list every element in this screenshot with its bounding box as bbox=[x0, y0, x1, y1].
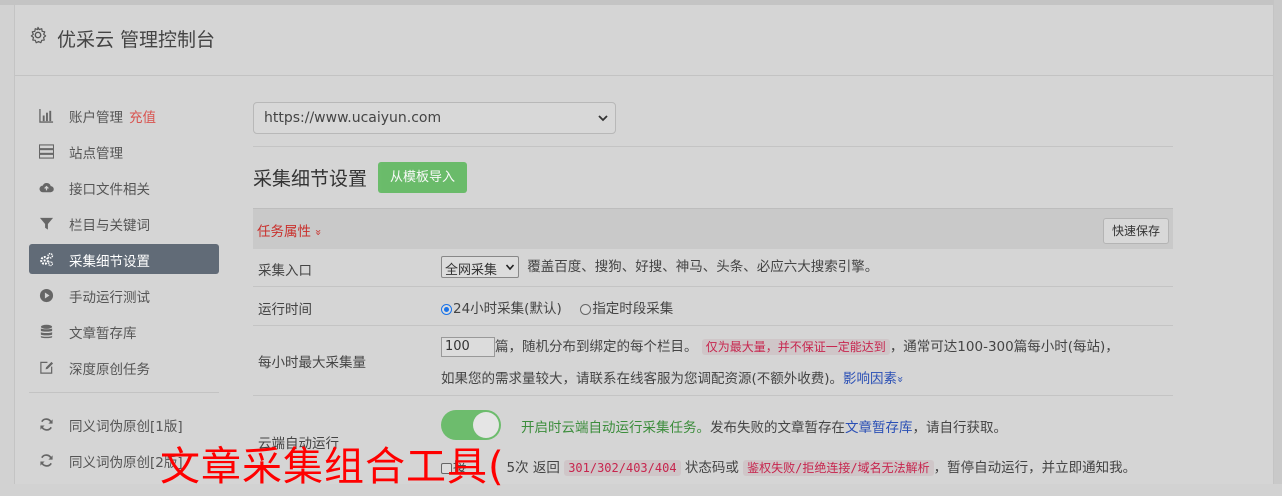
row-max-per-hour: 每小时最大采集量 100 篇，随机分布到绑定的每个栏目。 仅为最大量，并不保证一定… bbox=[253, 326, 1173, 396]
max-per-hour-input[interactable]: 100 bbox=[441, 337, 495, 357]
sidebar-item-article-storage[interactable]: 文章暂存库 bbox=[29, 316, 219, 346]
runtime-scheduled-label[interactable]: 指定时段采集 bbox=[592, 301, 673, 317]
chevron-down-double-icon: » bbox=[893, 376, 907, 383]
section-title: 采集细节设置 bbox=[253, 168, 368, 190]
collection-entry-value: 全网采集 bbox=[445, 263, 498, 278]
task-tab-label: 任务属性 bbox=[257, 224, 311, 240]
page-header: 优采云 管理控制台 bbox=[15, 5, 1273, 76]
sidebar-item-label: 站点管理 bbox=[69, 146, 123, 162]
task-properties-tab[interactable]: 任务属性 » bbox=[257, 220, 326, 240]
scrollbar-track[interactable] bbox=[1274, 0, 1282, 484]
cloud-text-2: ，请自行获取。 bbox=[912, 420, 1008, 436]
sidebar-item-label: 同义词伪原创[1版] bbox=[69, 419, 183, 435]
collection-entry-select[interactable]: 全网采集 bbox=[441, 256, 519, 278]
article-storage-link[interactable]: 文章暂存库 bbox=[845, 420, 913, 436]
task-properties-header: 任务属性 » 快速保存 bbox=[253, 208, 1173, 249]
sidebar-item-label: 手动运行测试 bbox=[69, 290, 150, 306]
max-text-1: 篇，随机分布到绑定的每个栏目。 bbox=[495, 339, 698, 355]
sidebar-item-manual-test[interactable]: 手动运行测试 bbox=[29, 280, 219, 310]
runtime-24h-label[interactable]: 24小时采集(默认) bbox=[453, 301, 562, 317]
import-template-button[interactable]: 从模板导入 bbox=[378, 162, 468, 193]
bar-chart-icon bbox=[39, 108, 54, 123]
sidebar-item-label: 接口文件相关 bbox=[69, 182, 150, 198]
max-text-3: 如果您的需求量较大，请联系在线客服为您调配资源(不额外收费)。 bbox=[441, 371, 844, 387]
cloud-text-1: 发布失败的文章暂存在 bbox=[710, 420, 845, 436]
influence-factors-label: 影响因素 bbox=[843, 371, 898, 387]
row-label: 采集入口 bbox=[258, 263, 312, 279]
row-label: 每小时最大采集量 bbox=[258, 355, 366, 371]
sidebar-item-label: 文章暂存库 bbox=[69, 326, 137, 342]
row-runtime: 运行时间 24小时采集(默认) 指定时段采集 bbox=[253, 287, 1173, 326]
sidebar-item-label: 账户管理 bbox=[69, 110, 123, 126]
sidebar-item-label: 深度原创任务 bbox=[69, 362, 150, 378]
play-circle-icon bbox=[39, 288, 54, 303]
row-label: 运行时间 bbox=[258, 302, 312, 318]
runtime-scheduled-radio[interactable] bbox=[580, 303, 592, 315]
filter-icon bbox=[39, 217, 54, 230]
page-title: 优采云 管理控制台 bbox=[57, 29, 216, 51]
cogs-icon bbox=[40, 252, 54, 267]
cloud-upload-icon bbox=[39, 183, 54, 193]
sidebar-item-account[interactable]: 账户管理 充值 bbox=[29, 100, 219, 130]
sidebar-item-label: 栏目与关键词 bbox=[69, 218, 150, 234]
sidebar-nav: 账户管理 充值 站点管理 接口文件相关 栏目与关键词 采集细节设置 手动运行测试… bbox=[29, 100, 219, 481]
sidebar-item-interface-files[interactable]: 接口文件相关 bbox=[29, 172, 219, 202]
influence-factors-link[interactable]: 影响因素» bbox=[843, 371, 907, 387]
chevron-down-double-icon: » bbox=[312, 229, 326, 236]
sidebar-item-label: 采集细节设置 bbox=[69, 254, 150, 270]
sidebar-item-columns-keywords[interactable]: 栏目与关键词 bbox=[29, 208, 219, 238]
max-text-2: ，通常可达100-300篇每小时(每站)， bbox=[889, 339, 1119, 355]
recharge-link[interactable]: 充值 bbox=[129, 110, 156, 126]
cloud-line2-c: 状态码或 bbox=[684, 460, 739, 476]
overlay-caption: 文章采集组合工具( bbox=[160, 444, 505, 490]
max-warning: 仅为最大量，并不保证一定能达到 bbox=[701, 339, 890, 355]
http-status-codes: 301/302/403/404 bbox=[564, 460, 681, 476]
divider bbox=[253, 146, 1173, 147]
runtime-24h-radio[interactable] bbox=[441, 303, 452, 315]
connection-errors: 鉴权失败/拒绝连接/域名无法解析 bbox=[743, 460, 934, 476]
sidebar-divider bbox=[29, 392, 219, 393]
sidebar-item-collection-settings[interactable]: 采集细节设置 bbox=[29, 244, 219, 274]
row-collection-entry: 采集入口 全网采集 覆盖百度、搜狗、好搜、神马、头条、必应六大搜索引擎。 bbox=[253, 248, 1173, 287]
site-select-value: https://www.ucaiyun.com bbox=[264, 110, 442, 126]
database-icon bbox=[40, 324, 53, 339]
edit-icon bbox=[40, 361, 54, 374]
sidebar-item-deep-original[interactable]: 深度原创任务 bbox=[29, 352, 219, 382]
cloud-line2-d: ，暂停自动运行，并立即通知我。 bbox=[933, 460, 1137, 476]
cloud-auto-run-status: 开启时云端自动运行采集任务。 bbox=[521, 420, 710, 436]
console-panel: 优采云 管理控制台 账户管理 充值 站点管理 接口文件相关 栏目与关键词 采集细… bbox=[14, 5, 1274, 484]
server-icon bbox=[39, 144, 54, 159]
site-select[interactable]: https://www.ucaiyun.com bbox=[253, 102, 616, 134]
refresh-icon bbox=[40, 454, 53, 467]
cloud-line2-b: 5次 返回 bbox=[506, 460, 560, 476]
quick-save-button[interactable]: 快速保存 bbox=[1102, 218, 1169, 244]
chevron-down-icon bbox=[598, 115, 608, 122]
chevron-down-icon bbox=[505, 264, 515, 271]
gear-icon bbox=[30, 26, 47, 44]
refresh-icon bbox=[40, 418, 53, 431]
sidebar-item-sites[interactable]: 站点管理 bbox=[29, 136, 219, 166]
collection-entry-description: 覆盖百度、搜狗、好搜、神马、头条、必应六大搜索引擎。 bbox=[527, 259, 879, 275]
